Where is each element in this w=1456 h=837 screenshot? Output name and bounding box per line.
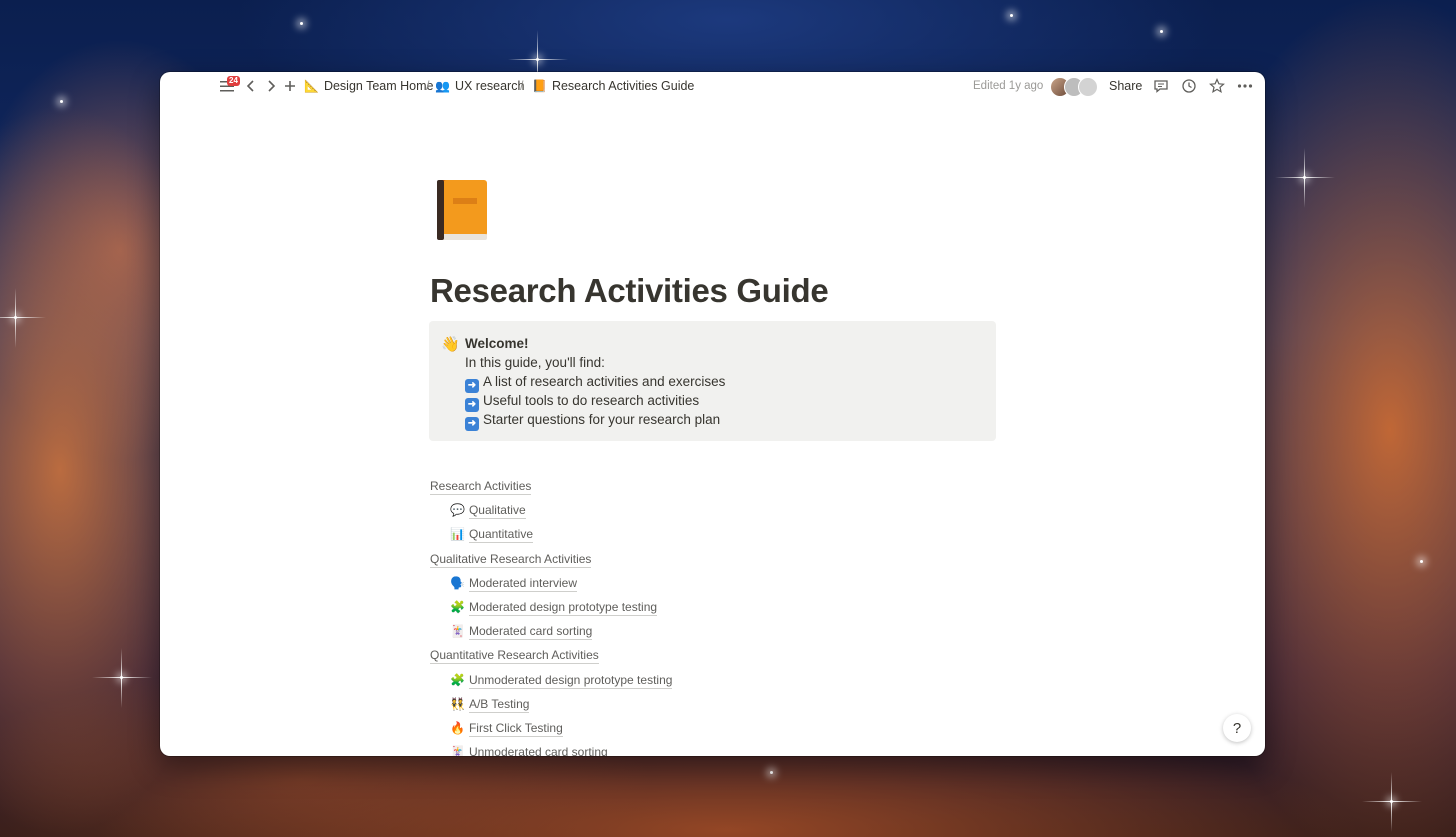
chevron-right-icon <box>268 80 276 92</box>
waving-hand-icon: 👋 <box>441 336 460 353</box>
people-pair-icon: 👯 <box>450 697 465 711</box>
star <box>1362 772 1422 832</box>
forward-button[interactable] <box>266 72 276 100</box>
toc-item-ab-testing[interactable]: 👯 A/B Testing <box>450 697 530 713</box>
topbar: 24 📐 Design Team Home / 👥 UX research / … <box>160 72 1265 100</box>
puzzle-piece-icon: 🧩 <box>450 600 465 614</box>
toc-label: Unmoderated card sorting <box>468 745 608 756</box>
toc-label: Qualitative <box>468 503 526 519</box>
chevron-left-icon <box>246 80 254 92</box>
welcome-callout: 👋 Welcome! In this guide, you'll find: ➜… <box>429 321 996 441</box>
fire-icon: 🔥 <box>450 721 465 735</box>
bar-chart-icon: 📊 <box>450 527 465 541</box>
callout-heading: Welcome! <box>465 336 529 351</box>
toc-label: Moderated interview <box>468 576 578 592</box>
star <box>92 648 152 708</box>
star-favorite-icon[interactable] <box>1209 78 1225 94</box>
breadcrumb-research-activities-guide[interactable]: 📙 Research Activities Guide <box>532 72 694 100</box>
toc-label: Quantitative <box>468 527 533 543</box>
toc-item-quantitative-research-activities[interactable]: Quantitative Research Activities <box>430 648 599 664</box>
star <box>300 22 303 25</box>
callout-item-text: A list of research activities and exerci… <box>483 374 726 389</box>
speech-bubble-icon: 💬 <box>450 503 465 517</box>
toc-item-unmoderated-design-prototype-testing[interactable]: 🧩 Unmoderated design prototype testing <box>450 673 673 689</box>
toc-label: Research Activities <box>430 479 532 495</box>
edited-timestamp[interactable]: Edited 1y ago <box>973 72 1043 100</box>
breadcrumb-separator: / <box>520 79 524 93</box>
avatar[interactable] <box>1078 77 1098 97</box>
playing-card-icon: 🃏 <box>450 745 465 756</box>
toc-label: Quantitative Research Activities <box>430 648 599 664</box>
star <box>60 100 63 103</box>
toc-item-moderated-design-prototype-testing[interactable]: 🧩 Moderated design prototype testing <box>450 600 658 616</box>
toc-item-first-click-testing[interactable]: 🔥 First Click Testing <box>450 721 563 737</box>
page-title[interactable]: Research Activities Guide <box>430 272 829 310</box>
arrow-right-icon: ➜ <box>465 379 479 393</box>
arrow-right-icon: ➜ <box>465 398 479 412</box>
callout-intro: In this guide, you'll find: <box>465 355 605 370</box>
toc-label: Unmoderated design prototype testing <box>468 673 673 689</box>
book-icon[interactable] <box>435 178 493 242</box>
star <box>1420 560 1423 563</box>
breadcrumb-label: UX research <box>454 79 525 93</box>
toc-label: First Click Testing <box>468 721 563 737</box>
callout-list-item: ➜ Useful tools to do research activities <box>465 393 699 412</box>
callout-item-text: Useful tools to do research activities <box>483 393 700 408</box>
toc-item-moderated-card-sorting[interactable]: 🃏 Moderated card sorting <box>450 624 593 640</box>
toc-item-research-activities[interactable]: Research Activities <box>430 479 532 495</box>
more-options-icon[interactable] <box>1237 78 1253 94</box>
star <box>1275 148 1335 208</box>
speaking-head-icon: 🗣️ <box>450 576 465 590</box>
toc-label: A/B Testing <box>468 697 530 713</box>
book-icon: 📙 <box>532 79 547 93</box>
star <box>770 771 773 774</box>
comment-icon[interactable] <box>1153 78 1169 94</box>
callout-list-item: ➜ A list of research activities and exerc… <box>465 374 725 393</box>
toc-label: Moderated design prototype testing <box>468 600 658 616</box>
breadcrumb-label: Design Team Home <box>323 79 434 93</box>
breadcrumb-ux-research[interactable]: 👥 UX research <box>435 72 524 100</box>
new-page-button[interactable] <box>284 72 296 100</box>
star <box>508 30 568 90</box>
callout-list-item: ➜ Starter questions for your research pla… <box>465 412 720 431</box>
toc-label: Moderated card sorting <box>468 624 593 640</box>
breadcrumb-separator: / <box>426 79 430 93</box>
notification-badge: 24 <box>227 76 240 86</box>
breadcrumb-design-team-home[interactable]: 📐 Design Team Home <box>304 72 434 100</box>
share-button[interactable]: Share <box>1109 72 1142 100</box>
arrow-right-icon: ➜ <box>465 417 479 431</box>
plus-icon <box>285 81 295 91</box>
star <box>0 288 46 348</box>
help-button[interactable]: ? <box>1223 714 1251 742</box>
history-clock-icon[interactable] <box>1181 78 1197 94</box>
breadcrumb-label: Research Activities Guide <box>551 79 695 93</box>
toc-label: Qualitative Research Activities <box>430 552 592 568</box>
back-button[interactable] <box>246 72 256 100</box>
app-window: 24 📐 Design Team Home / 👥 UX research / … <box>160 72 1265 756</box>
star <box>1010 14 1013 17</box>
toc-item-qualitative[interactable]: 💬 Qualitative <box>450 503 526 519</box>
star <box>1160 30 1163 33</box>
people-icon: 👥 <box>435 79 450 93</box>
puzzle-piece-icon: 🧩 <box>450 673 465 687</box>
toc-item-unmoderated-card-sorting[interactable]: 🃏 Unmoderated card sorting <box>450 745 608 756</box>
toc-item-moderated-interview[interactable]: 🗣️ Moderated interview <box>450 576 578 592</box>
toc-item-qualitative-research-activities[interactable]: Qualitative Research Activities <box>430 552 592 568</box>
toc-item-quantitative[interactable]: 📊 Quantitative <box>450 527 533 543</box>
playing-card-icon: 🃏 <box>450 624 465 638</box>
triangular-ruler-icon: 📐 <box>304 79 319 93</box>
callout-item-text: Starter questions for your research plan <box>483 412 721 427</box>
